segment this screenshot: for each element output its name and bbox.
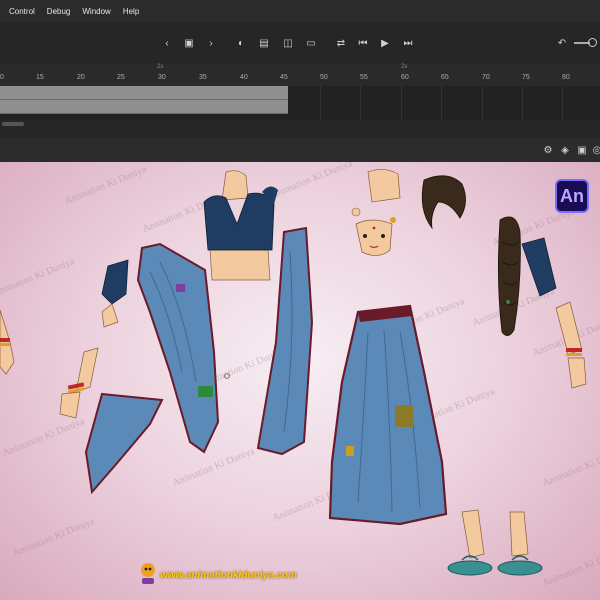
chevron-right-icon[interactable]: › [204, 36, 218, 50]
chevron-left-icon[interactable]: ‹ [160, 36, 174, 50]
scrollbar-thumb[interactable] [2, 122, 24, 126]
timeline-toolbar: ‹ ▣ › ◐ ▤ ◫ ▭ ⇄ ⏮ ▶ ⏭ ↶ [0, 22, 600, 65]
forearm-piece[interactable] [59, 347, 99, 419]
center-stage-icon[interactable]: ◎ [590, 143, 600, 157]
frame-number: 50 [320, 74, 328, 81]
frame-number: 15 [36, 74, 44, 81]
frame-number: 65 [441, 74, 449, 81]
stage-canvas[interactable]: Animation Ki Duniya Animation Ki Duniya … [0, 162, 600, 600]
loop-icon[interactable]: ⇄ [334, 36, 348, 50]
timeline-scrollbar[interactable] [0, 120, 600, 138]
website-url: www.animationkiduniya.com [160, 570, 297, 581]
frame-number: 45 [280, 74, 288, 81]
clip-stage-icon[interactable]: ▣ [575, 143, 589, 157]
frame-number: 55 [360, 74, 368, 81]
frame-number: 80 [562, 74, 570, 81]
braid-piece[interactable] [498, 216, 521, 336]
site-logo-icon [141, 563, 155, 584]
character-assets [0, 169, 587, 576]
frame-number: 40 [240, 74, 248, 81]
arm-right-piece[interactable] [521, 237, 587, 389]
menu-bar: Control Debug Window Help [0, 0, 600, 22]
frame-grid-line [482, 86, 483, 120]
feet-piece[interactable] [447, 509, 543, 576]
layer-track[interactable] [0, 100, 288, 114]
app-badge: An [555, 179, 589, 213]
paint-bucket-icon[interactable]: ◈ [558, 143, 572, 157]
frame-number: 20 [77, 74, 85, 81]
layer-track[interactable] [0, 86, 288, 100]
undo-icon[interactable]: ↶ [555, 36, 569, 50]
step-back-icon[interactable]: ⏮ [356, 36, 370, 50]
zoom-slider-handle[interactable] [588, 38, 597, 47]
play-icon[interactable]: ▶ [378, 36, 392, 50]
frame-grid-line [562, 86, 563, 120]
frame-number: 70 [482, 74, 490, 81]
menu-window[interactable]: Window [82, 7, 110, 16]
frame-grid-line [441, 86, 442, 120]
onion-outline-icon[interactable]: ◫ [281, 36, 295, 50]
frame-number: 35 [199, 74, 207, 81]
settings-icon[interactable]: ⚙ [541, 143, 555, 157]
menu-control[interactable]: Control [9, 7, 35, 16]
frame-grid-line [522, 86, 523, 120]
skirt-piece[interactable] [328, 304, 448, 526]
fps-marker: 2s [401, 64, 408, 70]
frame-insert-icon[interactable]: ▭ [304, 36, 318, 50]
head-piece[interactable] [351, 169, 401, 256]
center-frame-icon[interactable]: ▣ [182, 36, 196, 50]
fps-marker: 2s [157, 64, 164, 70]
frame-number: 25 [117, 74, 125, 81]
step-forward-icon[interactable]: ⏭ [401, 36, 415, 50]
menu-debug[interactable]: Debug [47, 7, 71, 16]
arm-left-piece[interactable] [101, 259, 129, 328]
frame-grid-line [360, 86, 361, 120]
frame-grid-line [401, 86, 402, 120]
saree-fold-piece[interactable] [84, 392, 164, 495]
frame-number: 75 [522, 74, 530, 81]
registration-mark [224, 373, 230, 379]
frame-grid-line [320, 86, 321, 120]
stage-edit-bar: ⚙ ◈ ▣ ◎ [0, 138, 600, 162]
onion-skin-icon[interactable]: ◐ [234, 36, 248, 50]
edit-multiple-frames-icon[interactable]: ▤ [257, 36, 271, 50]
frame-ruler[interactable]: 2s 2s 0 15 20 25 30 35 40 45 50 55 60 65… [0, 64, 600, 86]
hair-piece[interactable] [421, 175, 466, 230]
frame-number: 60 [401, 74, 409, 81]
menu-help[interactable]: Help [123, 7, 139, 16]
frame-number: 30 [158, 74, 166, 81]
frame-number: 0 [0, 74, 4, 81]
left-arm-partial[interactable] [0, 309, 15, 375]
layer-tracks[interactable] [0, 86, 600, 120]
